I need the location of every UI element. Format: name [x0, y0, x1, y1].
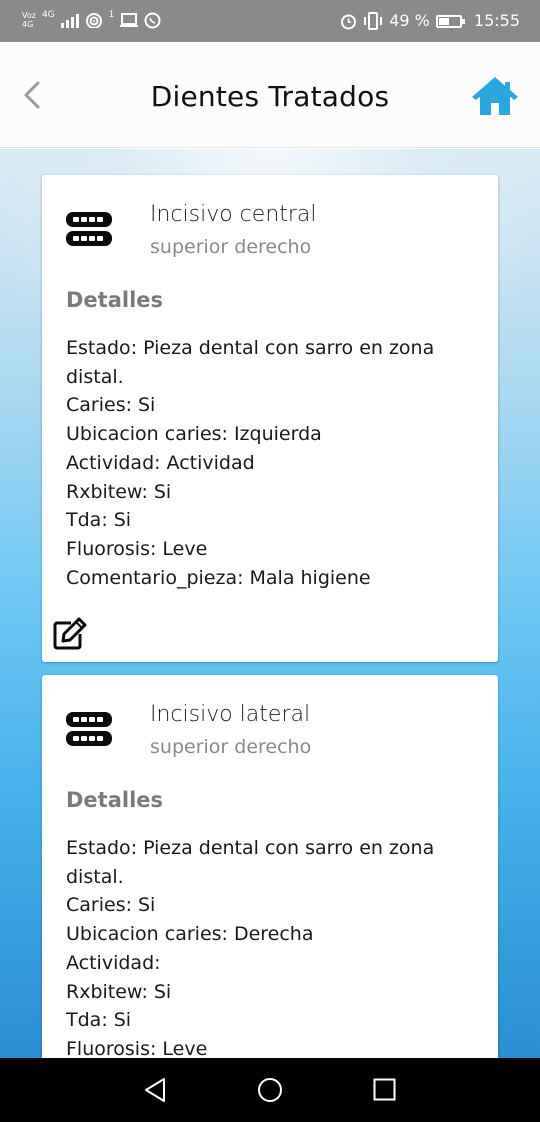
field-label: Tda	[66, 509, 108, 531]
field-value: Si	[153, 980, 172, 1003]
field-rxbitew: RxbitewSi	[66, 478, 476, 507]
field-fluorosis: Fluorosis Leve	[66, 1035, 476, 1058]
field-value: Actividad	[166, 451, 255, 474]
field-value: Si	[113, 1009, 132, 1032]
details-list: EstadoPieza dental con sarro en zona dis…	[66, 334, 476, 592]
edit-icon	[53, 617, 87, 650]
field-label: Estado	[66, 337, 137, 359]
card-title: Incisivo central	[150, 202, 317, 227]
nav-back-icon[interactable]	[143, 1077, 167, 1103]
field-estado: EstadoPieza dental con sarro en zona dis…	[66, 834, 476, 891]
field-label: Rxbitew	[66, 981, 148, 1003]
field-label: Estado	[66, 837, 137, 859]
field-label: Rxbitew	[66, 481, 148, 503]
battery-icon	[435, 14, 465, 28]
home-icon	[472, 77, 518, 115]
voz-label: Voz	[22, 11, 36, 20]
field-value: Si	[138, 894, 156, 917]
field-label: Actividad	[66, 452, 161, 474]
field-label: Ubicacion caries	[66, 923, 228, 945]
field-label: Caries	[66, 894, 132, 916]
content-area[interactable]: Incisivo central superior derecho Detall…	[0, 149, 540, 1058]
edit-button[interactable]	[52, 617, 88, 651]
sub-label: 1	[108, 10, 115, 20]
clock: 15:55	[473, 11, 520, 30]
tooth-card: Incisivo lateral superior derecho Detall…	[42, 675, 498, 1058]
monitor-icon	[120, 13, 139, 27]
nav-recent-icon[interactable]	[373, 1078, 396, 1101]
wifi-icon	[85, 13, 102, 28]
field-ubicacion-caries: Ubicacion cariesIzquierda	[66, 420, 476, 449]
field-label: Caries	[66, 394, 132, 416]
network-indicator: Voz 4G	[22, 11, 36, 29]
field-tda: TdaSi	[66, 506, 476, 535]
field-actividad: Actividad	[66, 949, 476, 978]
field-rxbitew: RxbitewSi	[66, 978, 476, 1007]
whatsapp-icon	[144, 12, 161, 28]
alarm-icon	[341, 14, 357, 29]
field-label: Ubicacion caries	[66, 423, 228, 445]
net-label: 4G	[22, 20, 34, 29]
field-comentario: Comentario_piezaMala higiene	[66, 564, 476, 593]
field-value: Izquierda	[233, 423, 322, 446]
field-label: Tda	[66, 1009, 108, 1031]
tooth-card: Incisivo central superior derecho Detall…	[42, 175, 498, 662]
field-label: Fluorosis	[66, 1038, 156, 1058]
status-right: 49 % 15:55	[340, 10, 520, 32]
field-value: Mala higiene	[249, 566, 371, 589]
field-value: Si	[153, 480, 172, 503]
field-actividad: ActividadActividad	[66, 449, 476, 478]
field-tda: TdaSi	[66, 1006, 476, 1035]
field-caries: Caries Si	[66, 891, 476, 920]
page-title: Dientes Tratados	[150, 80, 390, 113]
field-value: Si	[138, 394, 156, 417]
card-title: Incisivo lateral	[150, 702, 311, 727]
field-label: Comentario_pieza	[66, 567, 244, 589]
nav-home-icon[interactable]	[257, 1077, 283, 1103]
field-ubicacion-caries: Ubicacion cariesDerecha	[66, 920, 476, 949]
card-subtitle: superior derecho	[150, 736, 312, 758]
section-heading: Detalles	[66, 788, 164, 812]
field-estado: EstadoPieza dental con sarro en zona dis…	[66, 334, 476, 391]
net2-label: 4G	[41, 10, 55, 20]
section-heading: Detalles	[66, 288, 164, 312]
teeth-icon	[66, 212, 112, 246]
field-value: Leve	[162, 537, 208, 560]
field-fluorosis: Fluorosis Leve	[66, 535, 476, 564]
card-subtitle: superior derecho	[150, 236, 312, 258]
teeth-icon	[66, 712, 112, 746]
field-value: Derecha	[233, 923, 314, 946]
status-bar: Voz 4G 4G 1 49 % 15:55	[0, 0, 540, 42]
field-value: Leve	[162, 1037, 208, 1058]
field-label: Actividad	[66, 952, 161, 974]
home-button[interactable]	[472, 76, 518, 118]
vibrate-icon	[364, 12, 383, 30]
navigation-bar	[0, 1058, 540, 1122]
battery-percent: 49 %	[389, 11, 430, 30]
field-label: Fluorosis	[66, 538, 156, 560]
field-value: Si	[113, 509, 132, 532]
status-left: Voz 4G 4G 1	[22, 11, 161, 29]
app-bar: Dientes Tratados	[0, 42, 540, 148]
signal-icon	[60, 12, 79, 28]
field-caries: Caries Si	[66, 391, 476, 420]
details-list: EstadoPieza dental con sarro en zona dis…	[66, 834, 476, 1058]
